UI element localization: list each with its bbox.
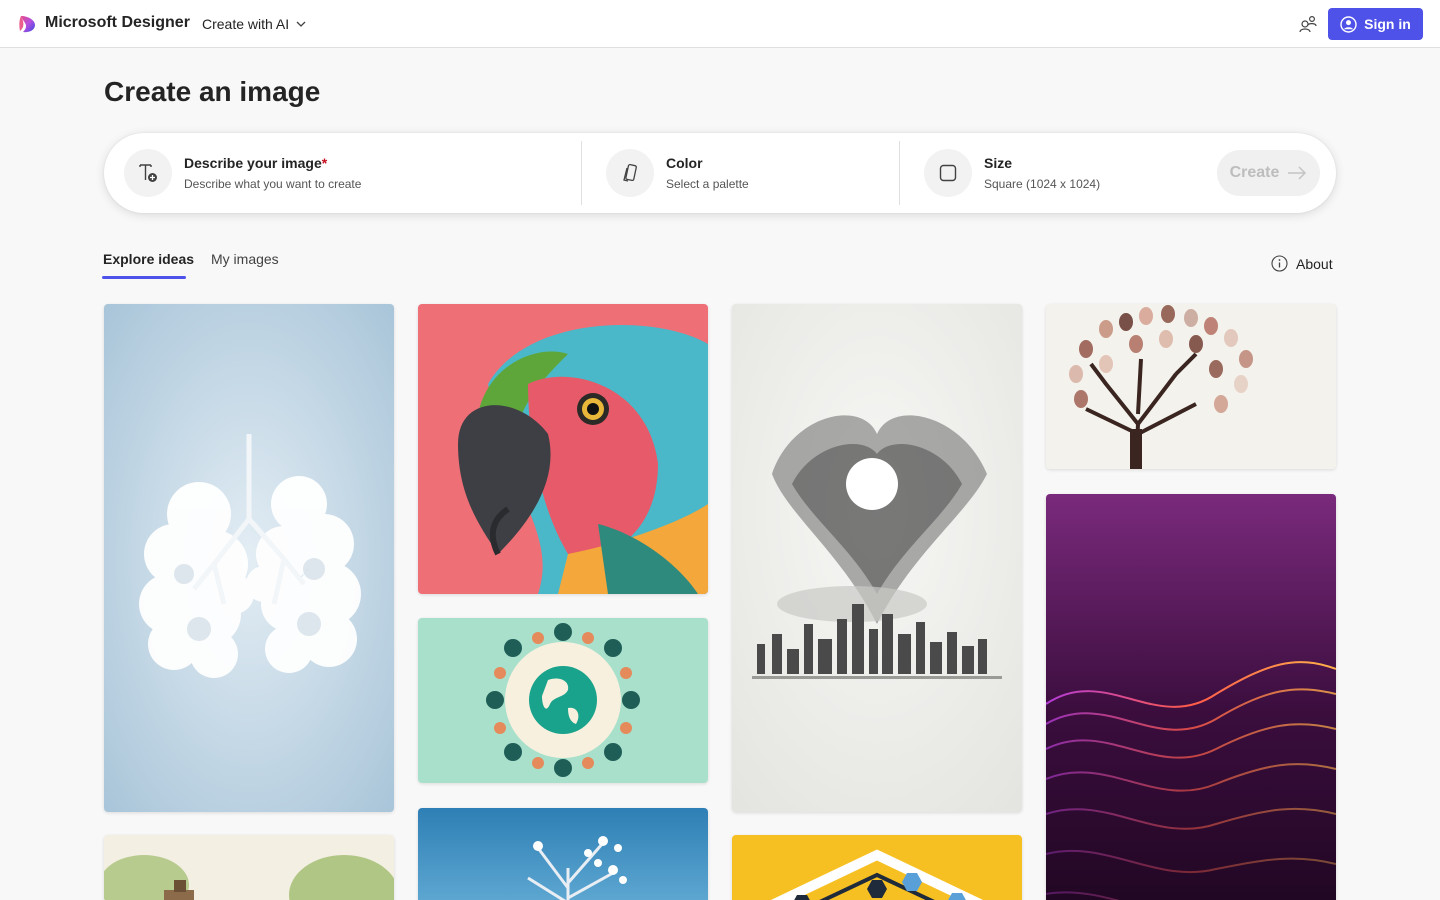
size-icon-circle	[924, 149, 972, 197]
gallery-image-cottage[interactable]	[104, 835, 394, 900]
color-label: Color	[666, 155, 703, 171]
create-with-ai-label: Create with AI	[202, 16, 290, 32]
designer-logo-icon	[19, 16, 35, 33]
brand-name: Microsoft Designer	[45, 14, 190, 31]
gallery-image-hexagons[interactable]	[732, 835, 1022, 900]
user-circle-icon	[1340, 15, 1357, 33]
palette-cards-icon	[623, 163, 637, 182]
segment-divider	[581, 141, 582, 205]
gallery-image-parrot[interactable]	[418, 304, 708, 594]
size-value: Square (1024 x 1024)	[984, 177, 1101, 191]
gallery-image-fingerprint-tree[interactable]	[1046, 304, 1336, 469]
color-icon-circle	[606, 149, 654, 197]
chevron-down-icon	[296, 21, 306, 27]
globe-people-artwork	[418, 618, 708, 783]
describe-image-field[interactable]: Describe your image* Describe what you w…	[124, 133, 564, 213]
square-icon	[939, 164, 957, 182]
segment-divider	[899, 141, 900, 205]
cottage-artwork	[104, 835, 394, 900]
purple-wave-artwork	[1046, 494, 1336, 900]
describe-hint: Describe what you want to create	[184, 177, 362, 191]
info-icon	[1271, 255, 1288, 272]
hexagon-artwork	[732, 835, 1022, 900]
birds-city-artwork	[732, 304, 1022, 812]
about-link[interactable]: About	[1271, 255, 1333, 272]
arrow-right-icon	[1288, 166, 1307, 180]
tab-my-images[interactable]: My images	[211, 251, 279, 267]
sign-in-button[interactable]: Sign in	[1328, 8, 1423, 40]
required-mark: *	[321, 155, 328, 171]
fingerprint-tree-artwork	[1046, 304, 1336, 469]
tab-explore-ideas[interactable]: Explore ideas	[103, 251, 194, 267]
parrot-artwork	[418, 304, 708, 594]
describe-icon-circle	[124, 149, 172, 197]
gallery-image-lungs[interactable]	[104, 304, 394, 812]
sign-in-label: Sign in	[1364, 16, 1411, 32]
size-field[interactable]: Size Square (1024 x 1024)	[924, 133, 1204, 213]
text-add-icon	[139, 164, 157, 182]
page-title: Create an image	[104, 76, 321, 107]
share-people-icon[interactable]	[1298, 15, 1318, 33]
color-palette-field[interactable]: Color Select a palette	[606, 133, 896, 213]
blossom-tree-artwork	[418, 808, 708, 900]
gallery-image-blossom-tree[interactable]	[418, 808, 708, 900]
create-label: Create	[1229, 164, 1280, 181]
gallery-image-purple-wave[interactable]	[1046, 494, 1336, 900]
gallery-image-birds-city[interactable]	[732, 304, 1022, 812]
active-tab-indicator	[102, 276, 186, 279]
top-bar: Microsoft Designer Create with AI Sign i…	[0, 0, 1440, 48]
create-button[interactable]: Create	[1217, 150, 1320, 196]
color-hint: Select a palette	[666, 177, 749, 191]
gallery-image-globe-people[interactable]	[418, 618, 708, 783]
create-with-ai-menu[interactable]: Create with AI	[202, 16, 307, 32]
lungs-artwork	[104, 304, 394, 812]
size-label: Size	[984, 155, 1013, 171]
about-label: About	[1296, 255, 1333, 272]
describe-label: Describe your image*	[184, 155, 328, 171]
prompt-bar: Describe your image* Describe what you w…	[104, 133, 1336, 213]
